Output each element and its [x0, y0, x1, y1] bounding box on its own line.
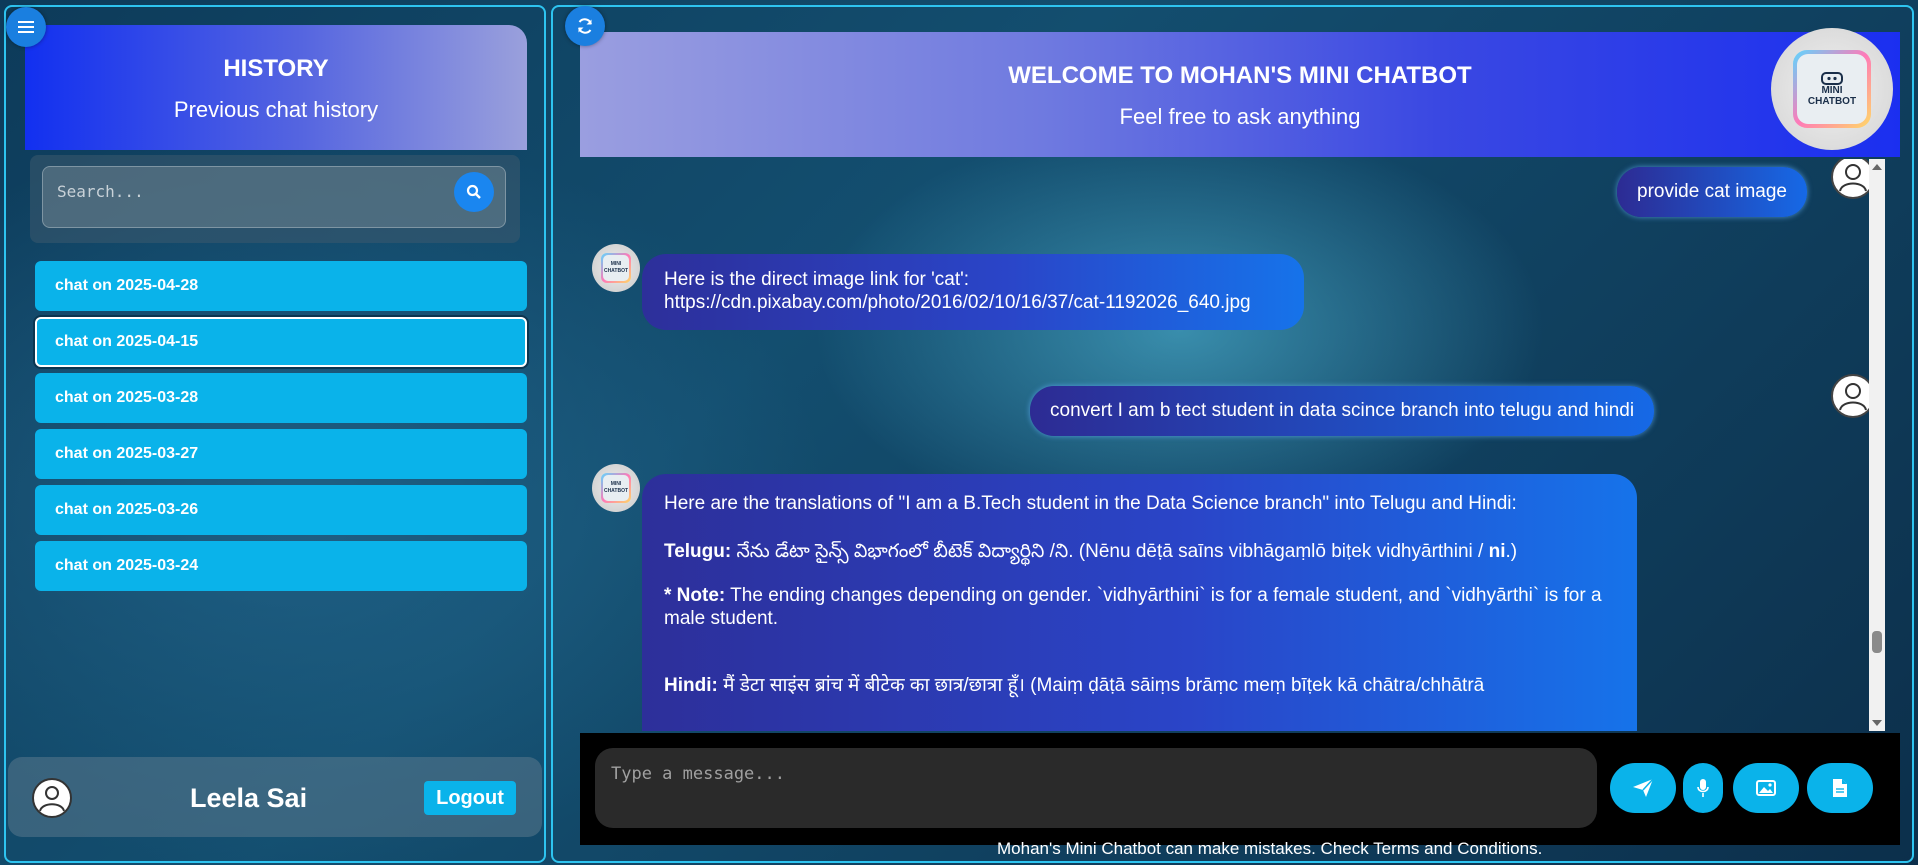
hindi-label: Hindi:	[664, 675, 718, 696]
send-icon	[1633, 778, 1654, 797]
chat-history-item-active[interactable]: chat on 2025-04-15	[35, 317, 527, 367]
history-subtitle: Previous chat history	[173, 97, 379, 122]
microphone-icon	[1697, 779, 1709, 797]
hamburger-icon	[18, 21, 34, 33]
hindi-translation: Hindi: मैं डेटा साइंस ब्रांच में बीटेक क…	[664, 674, 1615, 697]
chat-header: WELCOME TO MOHAN'S MINI CHATBOT Feel fre…	[580, 32, 1900, 157]
refresh-icon	[578, 18, 592, 34]
hindi-text: मैं डेटा साइंस ब्रांच में बीटेक का छात्र…	[723, 675, 1485, 696]
chat-history-item[interactable]: chat on 2025-03-26	[35, 485, 527, 535]
user-avatar	[32, 778, 72, 818]
bot-message-intro: Here are the translations of "I am a B.T…	[664, 493, 1517, 514]
bot-message-line: Here is the direct image link for 'cat':	[664, 269, 970, 290]
bot-message: Here is the direct image link for 'cat':…	[642, 254, 1304, 330]
bot-avatar: MINI CHATBOT	[592, 464, 640, 512]
refresh-button[interactable]	[565, 6, 605, 46]
user-icon	[1839, 383, 1867, 411]
chat-history-list: chat on 2025-04-28 chat on 2025-04-15 ch…	[35, 261, 527, 597]
scroll-up-arrow[interactable]	[1872, 164, 1882, 170]
chat-history-item[interactable]: chat on 2025-03-27	[35, 429, 527, 479]
voice-button[interactable]	[1683, 763, 1723, 813]
chat-history-item[interactable]: chat on 2025-03-24	[35, 541, 527, 591]
translation-note: * Note: The ending changes depending on …	[664, 584, 1615, 630]
search-icon	[466, 184, 481, 199]
chat-subtitle: Feel free to ask anything	[1119, 104, 1361, 129]
user-icon	[1839, 164, 1867, 192]
history-header: HISTORY Previous chat history	[25, 25, 527, 150]
menu-button[interactable]	[6, 7, 46, 47]
message-scrollbar[interactable]	[1869, 159, 1885, 731]
search-input[interactable]	[55, 181, 439, 202]
scroll-down-arrow[interactable]	[1872, 720, 1882, 726]
message-input-wrap	[595, 748, 1597, 828]
history-title: HISTORY	[223, 55, 329, 82]
chat-panel: WELCOME TO MOHAN'S MINI CHATBOT Feel fre…	[551, 5, 1914, 863]
send-button[interactable]	[1610, 763, 1676, 813]
image-icon	[1756, 780, 1776, 796]
chat-title: WELCOME TO MOHAN'S MINI CHATBOT	[1008, 62, 1472, 89]
robot-icon	[1821, 72, 1843, 85]
telugu-translation: Telugu: నేను డేటా సైన్స్ విభాగంలో బీటెక్…	[664, 541, 1518, 562]
message-list: provide cat image MINI CHATBOT Here is th…	[580, 159, 1890, 731]
search-section	[30, 155, 520, 243]
message-input[interactable]	[609, 762, 1573, 806]
user-icon	[39, 786, 65, 812]
logo-text-mini: MINI	[1821, 85, 1843, 96]
user-message: provide cat image	[1617, 167, 1807, 217]
telugu-end: ni	[1488, 541, 1506, 562]
scroll-thumb[interactable]	[1872, 631, 1882, 653]
file-upload-button[interactable]	[1807, 763, 1873, 813]
chat-history-item[interactable]: chat on 2025-04-28	[35, 261, 527, 311]
bot-message: Here are the translations of "I am a B.T…	[642, 474, 1637, 731]
telugu-text: నేను డేటా సైన్స్ విభాగంలో బీటెక్ విద్యార…	[736, 541, 1484, 562]
user-bar: Leela Sai Logout	[8, 757, 542, 837]
chat-history-item[interactable]: chat on 2025-03-28	[35, 373, 527, 423]
image-upload-button[interactable]	[1733, 763, 1799, 813]
search-button[interactable]	[454, 172, 494, 212]
chatbot-logo: MINI CHATBOT	[1771, 28, 1893, 150]
logo-text-chatbot: CHATBOT	[1807, 96, 1857, 107]
disclaimer-text: Mohan's Mini Chatbot can make mistakes. …	[997, 839, 1543, 858]
user-name: Leela Sai	[190, 783, 308, 813]
telugu-label: Telugu:	[664, 541, 732, 562]
file-icon	[1833, 779, 1847, 797]
note-text: The ending changes depending on gender. …	[664, 585, 1602, 629]
composer-bar	[580, 733, 1900, 845]
note-label: * Note:	[664, 585, 726, 606]
image-link[interactable]: https://cdn.pixabay.com/photo/2016/02/10…	[664, 291, 1282, 314]
logout-button[interactable]: Logout	[424, 781, 516, 815]
user-message: convert I am b tect student in data scin…	[1030, 386, 1655, 436]
bot-avatar: MINI CHATBOT	[592, 244, 640, 292]
search-box	[42, 166, 506, 228]
